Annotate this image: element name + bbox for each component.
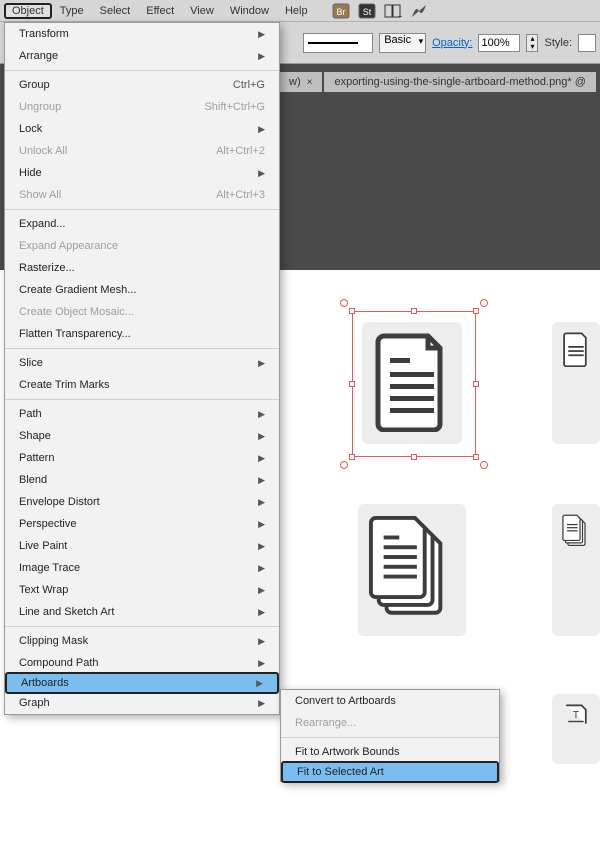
menu-item-create-trim-marks[interactable]: Create Trim Marks	[5, 374, 279, 396]
menu-object[interactable]: Object	[4, 3, 52, 19]
menubar: Object Type Select Effect View Window He…	[0, 0, 600, 22]
chevron-right-icon: ▶	[258, 563, 265, 574]
chevron-right-icon: ▶	[258, 698, 265, 709]
chevron-right-icon: ▶	[258, 607, 265, 618]
menu-item-lock[interactable]: Lock▶	[5, 118, 279, 140]
menu-item-line-and-sketch-art[interactable]: Line and Sketch Art▶	[5, 601, 279, 623]
menu-help[interactable]: Help	[277, 3, 316, 19]
menu-item-ungroup: UngroupShift+Ctrl+G	[5, 96, 279, 118]
menu-item-flatten-transparency-[interactable]: Flatten Transparency...	[5, 323, 279, 345]
menu-item-path[interactable]: Path▶	[5, 403, 279, 425]
menu-item-hide[interactable]: Hide▶	[5, 162, 279, 184]
brush-select[interactable]: Basic	[379, 33, 426, 53]
menu-item-image-trace[interactable]: Image Trace▶	[5, 557, 279, 579]
style-label: Style:	[544, 37, 572, 49]
chevron-right-icon: ▶	[258, 29, 265, 40]
chevron-right-icon: ▶	[258, 168, 265, 179]
svg-text:St: St	[362, 7, 371, 17]
menu-item-shape[interactable]: Shape▶	[5, 425, 279, 447]
doc-icon-stack-2[interactable]	[552, 504, 600, 636]
menu-type[interactable]: Type	[52, 3, 92, 19]
menu-select[interactable]: Select	[92, 3, 139, 19]
menu-item-perspective[interactable]: Perspective▶	[5, 513, 279, 535]
menu-separator	[281, 737, 499, 738]
chevron-right-icon: ▶	[258, 658, 265, 669]
menu-separator	[5, 70, 279, 71]
menu-item-create-gradient-mesh-[interactable]: Create Gradient Mesh...	[5, 279, 279, 301]
chevron-right-icon: ▶	[258, 585, 265, 596]
menu-view[interactable]: View	[182, 3, 222, 19]
close-icon[interactable]: ×	[307, 77, 313, 88]
chevron-right-icon: ▶	[258, 636, 265, 647]
menu-item-clipping-mask[interactable]: Clipping Mask▶	[5, 630, 279, 652]
svg-text:Br: Br	[336, 7, 345, 17]
submenu-item-rearrange-: Rearrange...	[281, 712, 499, 734]
style-box[interactable]	[578, 34, 596, 52]
chevron-right-icon: ▶	[258, 519, 265, 530]
menu-separator	[5, 348, 279, 349]
gpu-icon[interactable]	[410, 3, 428, 19]
menu-window[interactable]: Window	[222, 3, 277, 19]
menu-item-graph[interactable]: Graph▶	[5, 692, 279, 714]
menu-item-slice[interactable]: Slice▶	[5, 352, 279, 374]
opacity-stepper[interactable]: ▴▾	[526, 34, 538, 52]
menu-item-show-all: Show AllAlt+Ctrl+3	[5, 184, 279, 206]
menu-item-rasterize-[interactable]: Rasterize...	[5, 257, 279, 279]
menu-item-arrange[interactable]: Arrange▶	[5, 45, 279, 67]
opacity-input[interactable]	[478, 34, 520, 52]
opacity-label: Opacity:	[432, 37, 472, 49]
artboards-submenu: Convert to ArtboardsRearrange... Fit to A…	[280, 689, 500, 782]
menu-effect[interactable]: Effect	[138, 3, 182, 19]
menu-item-group[interactable]: GroupCtrl+G	[5, 74, 279, 96]
chevron-right-icon: ▶	[258, 453, 265, 464]
submenu-item-fit-to-selected-art[interactable]: Fit to Selected Art	[281, 761, 499, 783]
stroke-style-box[interactable]	[303, 33, 373, 53]
bridge-icon[interactable]: Br	[332, 3, 350, 19]
menu-item-envelope-distort[interactable]: Envelope Distort▶	[5, 491, 279, 513]
menu-item-blend[interactable]: Blend▶	[5, 469, 279, 491]
menu-item-artboards[interactable]: Artboards▶	[5, 672, 279, 694]
menu-item-compound-path[interactable]: Compound Path▶	[5, 652, 279, 674]
doc-icon-lines[interactable]: T	[552, 694, 600, 764]
doc-icon-stack[interactable]	[358, 504, 466, 636]
chevron-right-icon: ▶	[258, 497, 265, 508]
chevron-right-icon: ▶	[256, 678, 263, 689]
chevron-right-icon: ▶	[258, 358, 265, 369]
menu-item-expand-[interactable]: Expand...	[5, 213, 279, 235]
stock-icon[interactable]: St	[358, 3, 376, 19]
chevron-right-icon: ▶	[258, 431, 265, 442]
svg-text:T: T	[573, 709, 580, 721]
menu-separator	[5, 399, 279, 400]
document-tab-2[interactable]: exporting-using-the-single-artboard-meth…	[324, 72, 595, 92]
chevron-right-icon: ▶	[258, 475, 265, 486]
menu-item-transform[interactable]: Transform▶	[5, 23, 279, 45]
menu-item-expand-appearance: Expand Appearance	[5, 235, 279, 257]
chevron-right-icon: ▶	[258, 409, 265, 420]
chevron-right-icon: ▶	[258, 541, 265, 552]
menu-separator	[5, 209, 279, 210]
document-tab-1[interactable]: w)×	[279, 72, 322, 92]
chevron-right-icon: ▶	[258, 124, 265, 135]
menu-item-live-paint[interactable]: Live Paint▶	[5, 535, 279, 557]
doc-icon-single-2[interactable]	[552, 322, 600, 444]
menu-item-pattern[interactable]: Pattern▶	[5, 447, 279, 469]
arrange-docs-icon[interactable]	[384, 3, 402, 19]
selection-bounds[interactable]	[352, 311, 476, 457]
submenu-item-fit-to-artwork-bounds[interactable]: Fit to Artwork Bounds	[281, 741, 499, 763]
menu-item-unlock-all: Unlock AllAlt+Ctrl+2	[5, 140, 279, 162]
menu-separator	[5, 626, 279, 627]
submenu-item-convert-to-artboards[interactable]: Convert to Artboards	[281, 690, 499, 712]
chevron-right-icon: ▶	[258, 51, 265, 62]
object-menu-dropdown: Transform▶Arrange▶ GroupCtrl+GUngroupShif…	[4, 22, 280, 715]
menu-item-create-object-mosaic-: Create Object Mosaic...	[5, 301, 279, 323]
menu-item-text-wrap[interactable]: Text Wrap▶	[5, 579, 279, 601]
